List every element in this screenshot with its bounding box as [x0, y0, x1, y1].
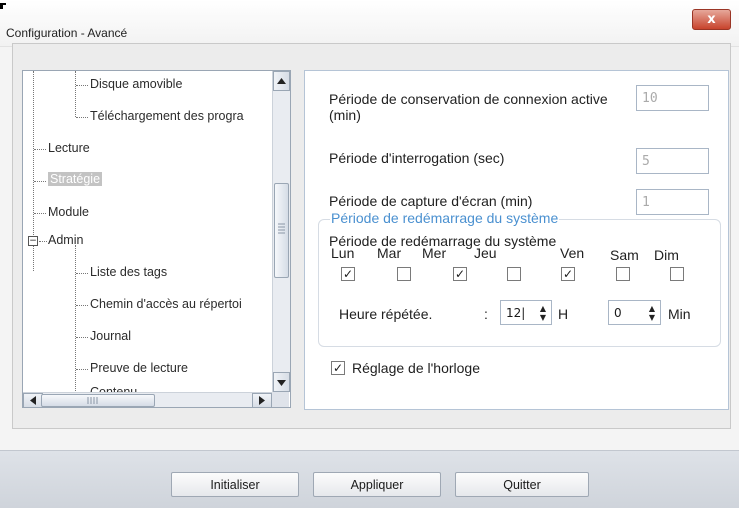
triangle-right-icon [259, 396, 265, 405]
dialog-window: Configuration - Avancé x Disque amovible… [0, 0, 739, 508]
window-title: Configuration - Avancé [6, 26, 128, 40]
initialize-button[interactable]: Initialiser [171, 472, 299, 497]
tree-item-preuve-lecture[interactable]: Preuve de lecture [90, 361, 188, 375]
grip-icon [278, 223, 285, 234]
tree-connector [76, 337, 88, 338]
triangle-up-icon [277, 78, 286, 84]
day-label-jeu: Jeu [474, 245, 497, 261]
clock-setting-label: Réglage de l'horloge [352, 360, 480, 376]
restart-group-title: Période de redémarrage du système [330, 210, 560, 226]
screenshot-period-label: Période de capture d'écran (min) [329, 193, 533, 209]
settings-tree[interactable]: Disque amovible Téléchargement des progr… [22, 70, 291, 408]
apply-button[interactable]: Appliquer [313, 472, 441, 497]
day-checkbox-mar[interactable] [397, 267, 411, 281]
tree-connector [76, 85, 88, 86]
scroll-down-button[interactable] [273, 372, 290, 392]
minute-spinner[interactable]: 0 ▲ ▼ [608, 300, 661, 325]
tree-connector [76, 117, 88, 118]
title-bar: Configuration - Avancé x [0, 0, 739, 47]
clock-setting-checkbox[interactable]: ✓ [331, 361, 345, 375]
scroll-left-button[interactable] [23, 393, 43, 407]
grip-icon [87, 397, 98, 404]
scroll-up-button[interactable] [273, 71, 290, 91]
tree-connector [34, 213, 46, 214]
tree-connector [75, 71, 76, 117]
hour-value: 12| [506, 306, 526, 320]
colon-label: : [484, 306, 488, 322]
tree-connector [34, 181, 46, 182]
corner-mark-h [0, 3, 6, 5]
day-checkbox-ven[interactable]: ✓ [561, 267, 575, 281]
spinner-arrows-icon[interactable]: ▲ ▼ [538, 304, 548, 322]
vertical-scroll-thumb[interactable] [274, 183, 289, 278]
tree-connector [76, 369, 88, 370]
spinner-arrows-icon[interactable]: ▲ ▼ [647, 304, 657, 322]
horizontal-scroll-thumb[interactable] [41, 394, 155, 407]
scroll-right-button[interactable] [252, 393, 272, 407]
connection-period-field[interactable]: 10 [636, 85, 709, 111]
tree-item-disque-amovible[interactable]: Disque amovible [90, 77, 182, 91]
tree-item-chemin-acces[interactable]: Chemin d'accès au répertoi [90, 297, 242, 311]
tree-item-strategie[interactable]: Stratégie [48, 172, 103, 186]
day-checkbox-sam[interactable] [616, 267, 630, 281]
close-button[interactable]: x [692, 9, 731, 30]
day-label-mar: Mar [377, 245, 402, 261]
day-checkbox-dim[interactable] [670, 267, 684, 281]
tree-item-lecture[interactable]: Lecture [48, 141, 90, 155]
tree-item-journal[interactable]: Journal [90, 329, 131, 343]
triangle-down-icon [277, 380, 286, 386]
tree-connector [76, 305, 88, 306]
poll-period-field[interactable]: 5 [636, 148, 709, 174]
tree-item-admin[interactable]: Admin [48, 233, 83, 247]
poll-period-label: Période d'interrogation (sec) [329, 150, 505, 166]
hour-spinner[interactable]: 12| ▲ ▼ [500, 300, 552, 325]
close-icon: x [707, 12, 716, 27]
tree-item-liste-tags[interactable]: Liste des tags [90, 265, 167, 279]
connection-period-label: Période de conservation de connexion act… [329, 91, 608, 123]
triangle-left-icon [30, 396, 36, 405]
day-label-sam: Sam [610, 247, 639, 263]
minute-unit-label: Min [668, 306, 691, 322]
day-checkbox-mer[interactable]: ✓ [453, 267, 467, 281]
day-label-mer: Mer [422, 245, 447, 261]
repeat-hour-label: Heure répétée. [339, 306, 433, 322]
tree-vertical-scrollbar[interactable] [272, 71, 290, 392]
day-checkbox-lun[interactable]: ✓ [341, 267, 355, 281]
day-label-ven: Ven [560, 245, 585, 261]
collapse-icon[interactable]: − [28, 236, 38, 246]
day-checkbox-jeu[interactable] [507, 267, 521, 281]
tree-connector [75, 245, 76, 405]
tree-item-telechargement[interactable]: Téléchargement des progra [90, 109, 244, 123]
minute-value: 0 [614, 306, 622, 320]
day-label-dim: Dim [654, 247, 679, 263]
tree-connector [39, 241, 47, 242]
tree-horizontal-scrollbar[interactable] [23, 392, 272, 407]
screenshot-period-field[interactable]: 1 [636, 189, 709, 215]
tree-connector [76, 273, 88, 274]
scroll-corner [272, 392, 289, 407]
quit-button[interactable]: Quitter [455, 472, 589, 497]
tree-item-module[interactable]: Module [48, 205, 89, 219]
tree-connector [34, 149, 46, 150]
day-label-lun: Lun [331, 245, 355, 261]
hour-unit-label: H [558, 306, 569, 322]
